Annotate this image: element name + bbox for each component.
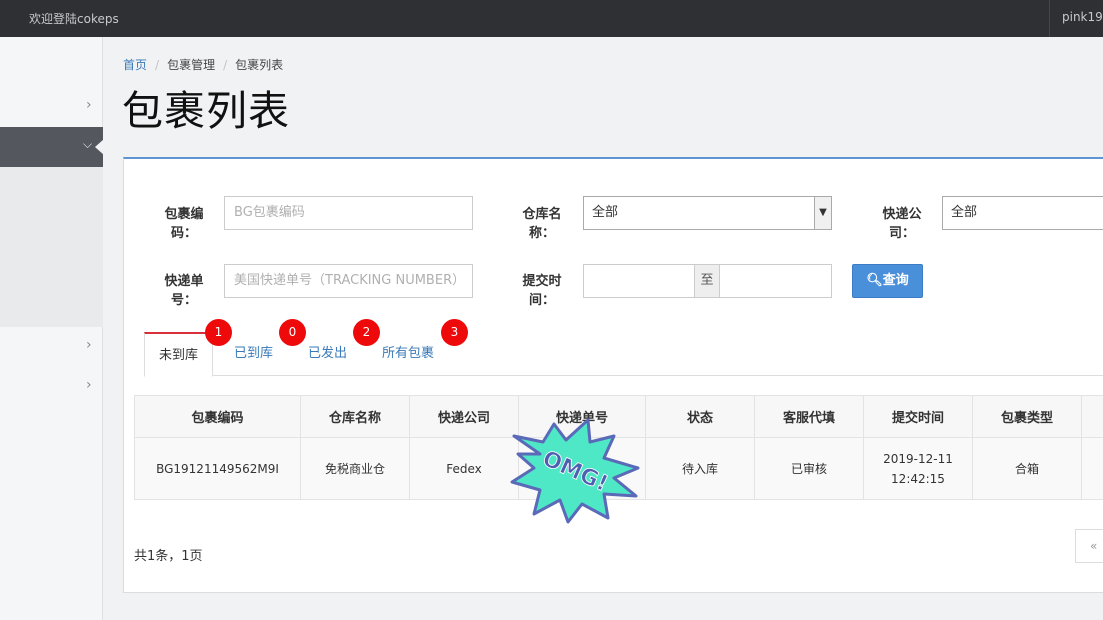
submit-time-label: 提交时间： [522,274,562,308]
submit-time-end-input[interactable] [719,264,832,298]
cell-extra [1081,437,1103,500]
submit-time-start-input[interactable] [583,264,696,298]
breadcrumb-separator: / [223,58,228,72]
column-header: 提交时间 [863,395,973,438]
column-header-extra [1081,395,1103,438]
search-button[interactable]: 🔍︎查询 [852,264,923,298]
sidebar-submenu [0,167,103,327]
welcome-text: 欢迎登陆cokeps [29,12,119,26]
tab-count-badge: 3 [441,319,468,346]
warehouse-label: 仓库名称： [522,207,562,241]
cell-courier: Fedex [409,437,519,500]
search-icon: 🔍︎ [866,273,883,288]
column-header: 包裹编码 [134,395,301,438]
user-menu[interactable]: pink1900 [1049,0,1103,37]
page-title: 包裹列表 [122,87,290,135]
submit-clock: 12:42:15 [891,471,945,486]
parcel-no-label: 包裹编码： [164,207,204,241]
cell-type: 合箱 [972,437,1082,500]
column-header: 状态 [645,395,755,438]
search-button-label: 查询 [882,273,909,288]
main-content: 首页 / 包裹管理 / 包裹列表 包裹列表 包裹编码： BG包裹编码 仓库名称： 全部 … [103,37,1103,620]
chevron-down-icon: ⌵ [83,137,93,151]
cell-warehouse: 免税商业仓 [300,437,410,500]
tab-count-badge: 0 [279,319,306,346]
submit-date: 2019-12-11 [883,451,953,466]
tracking-no-input[interactable]: 美国快递单号（TRACKING NUMBER） [224,264,473,298]
chevron-right-icon[interactable]: › [86,377,92,393]
tab-label: 所有包裹 [382,346,435,361]
column-header: 包裹类型 [972,395,1082,438]
tab-arrived[interactable]: 已到库 [234,332,273,376]
warehouse-select[interactable]: 全部 ▼ [583,196,832,230]
column-header: 客服代填 [754,395,864,438]
tab-shipped[interactable]: 已发出 [308,332,347,376]
breadcrumb-separator: / [155,58,160,72]
courier-select[interactable]: 全部 [942,196,1103,230]
tab-count-badge: 1 [205,319,232,346]
result-summary: 共1条，1页 [134,549,203,564]
tab-label: 未到库 [159,348,199,363]
cell-status: 待入库 [645,437,755,500]
courier-select-value: 全部 [951,205,978,220]
chevron-right-icon[interactable]: › [86,97,92,113]
breadcrumb-current: 包裹列表 [235,58,284,72]
cell-cs-fill: 已审核 [754,437,864,500]
chevron-right-icon[interactable]: › [86,337,92,353]
warehouse-select-value: 全部 [592,205,619,220]
breadcrumb-home[interactable]: 首页 [123,58,147,72]
date-range-separator: 至 [694,264,720,298]
tab-label: 已发出 [308,346,348,361]
omg-sticker: OMG! [510,418,640,524]
filter-panel: 包裹编码： BG包裹编码 仓库名称： 全部 ▼ 快递公司： 全部 快递单号： 美… [123,157,1103,593]
column-header: 仓库名称 [300,395,410,438]
cell-parcel-no: BG19121149562M9I [134,437,301,500]
parcel-no-input[interactable]: BG包裹编码 [224,196,473,230]
tracking-no-label: 快递单号： [164,274,204,308]
breadcrumb: 首页 / 包裹管理 / 包裹列表 [123,56,283,73]
pager-prev-button[interactable]: « [1075,529,1103,563]
sidebar: › ⌵ › › [0,37,104,620]
column-header: 快递公司 [409,395,519,438]
top-bar: 欢迎登陆cokeps pink1900 [0,0,1103,37]
breadcrumb-section: 包裹管理 [167,58,216,72]
select-arrow-icon: ▼ [814,197,831,229]
tab-all-parcels[interactable]: 所有包裹 [382,332,434,376]
tab-count-badge: 2 [353,319,380,346]
tab-not-arrived[interactable]: 未到库 [144,332,214,377]
tab-label: 已到库 [234,346,274,361]
courier-label: 快递公司： [882,207,922,241]
cell-submit-time: 2019-12-11 12:42:15 [863,437,973,500]
sidebar-item-active[interactable]: ⌵ [0,127,104,167]
